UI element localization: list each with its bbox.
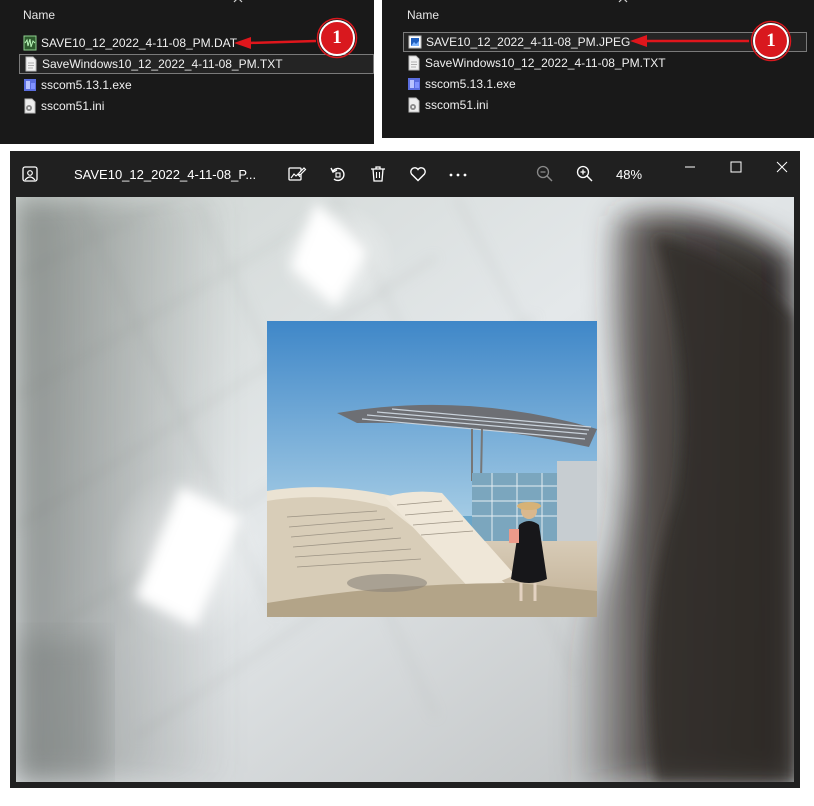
callout-number: 1 — [766, 30, 776, 51]
callout-number: 1 — [332, 27, 342, 48]
photos-app-icon — [22, 166, 38, 182]
zoom-in-icon[interactable] — [575, 164, 595, 184]
explorer-pane-jpeg: Name SAVE10_12_2022_4-11-08_PM.JPEG Save… — [382, 0, 814, 138]
photo-viewer-window: SAVE10_12_2022_4-11-08_P... 48% — [10, 151, 800, 788]
callout-arrow — [234, 17, 358, 59]
viewer-title-bar: SAVE10_12_2022_4-11-08_P... 48% — [10, 151, 800, 197]
inner-photo-book-sculpture — [267, 321, 597, 617]
delete-icon[interactable] — [368, 164, 388, 184]
zoom-level[interactable]: 48% — [616, 167, 642, 182]
minimize-icon[interactable] — [680, 157, 700, 177]
rotate-icon[interactable] — [328, 164, 348, 184]
maximize-icon[interactable] — [726, 157, 746, 177]
zoom-out-icon[interactable] — [535, 164, 555, 184]
edit-image-icon[interactable] — [287, 164, 307, 184]
photo-canvas[interactable] — [16, 197, 794, 782]
close-icon[interactable] — [772, 157, 792, 177]
explorer-pane-dat: Name SAVE10_12_2022_4-11-08_PM.DAT SaveW… — [0, 0, 374, 144]
callout-arrow — [630, 20, 792, 62]
more-icon[interactable] — [448, 164, 468, 184]
viewer-file-title: SAVE10_12_2022_4-11-08_P... — [74, 167, 257, 182]
favorite-icon[interactable] — [408, 164, 428, 184]
